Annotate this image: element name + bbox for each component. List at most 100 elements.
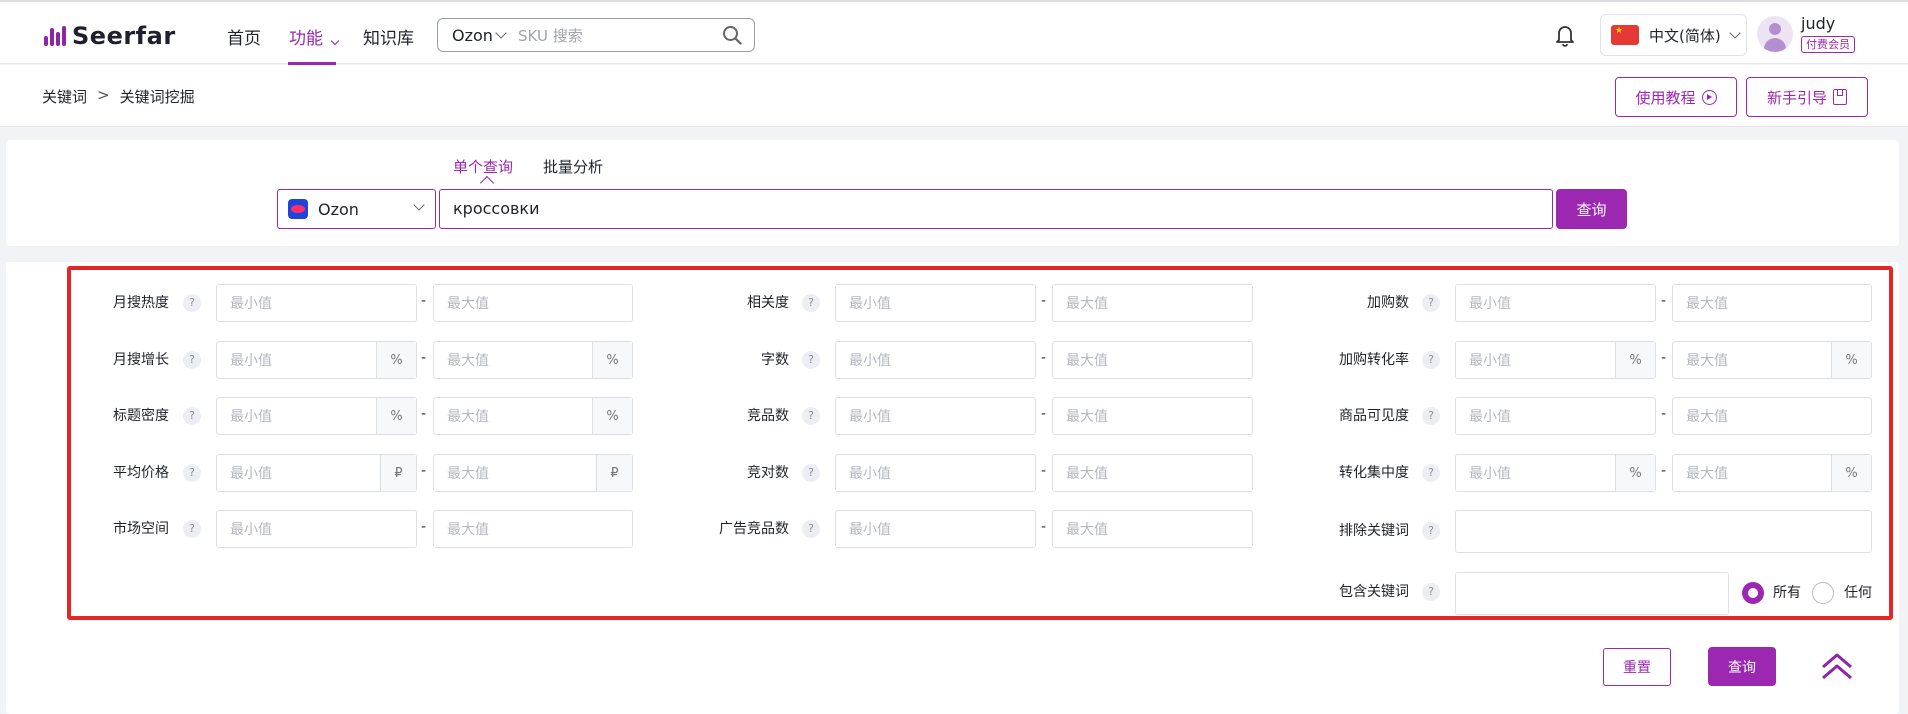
breadcrumb-bar: 关键词 > 关键词挖掘 使用教程 新手引导 xyxy=(0,65,1908,127)
min-placeholder: 最小值 xyxy=(849,522,891,538)
search-icon[interactable] xyxy=(722,25,742,45)
avatar[interactable] xyxy=(1757,16,1793,52)
max-placeholder: 最大值 xyxy=(1066,409,1108,425)
ad-competitor-count-min-input[interactable]: 最小值 xyxy=(835,510,1036,548)
chevron-down-icon xyxy=(1729,27,1741,39)
tutorial-label: 使用教程 xyxy=(1635,88,1696,107)
monthly-growth-max-input[interactable]: 最大值% xyxy=(433,341,633,379)
help-icon[interactable]: ? xyxy=(802,520,820,538)
help-icon[interactable]: ? xyxy=(1422,351,1440,369)
competitor-count-max-input[interactable]: 最大值 xyxy=(1052,397,1253,435)
help-icon[interactable]: ? xyxy=(183,407,201,425)
conversion-concentration-min-input[interactable]: 最小值% xyxy=(1455,454,1656,492)
sku-search-input[interactable]: SKU 搜索 xyxy=(518,25,754,46)
help-icon[interactable]: ? xyxy=(183,520,201,538)
query-button[interactable]: 查询 xyxy=(1556,189,1627,229)
max-placeholder: 最大值 xyxy=(1066,296,1108,312)
rival-count-max-input[interactable]: 最大值 xyxy=(1052,454,1253,492)
reset-button[interactable]: 重置 xyxy=(1603,648,1671,686)
tutorial-button[interactable]: 使用教程 xyxy=(1615,77,1737,117)
help-icon[interactable]: ? xyxy=(1422,294,1440,312)
cart-conversion-min-input[interactable]: 最小值% xyxy=(1455,341,1656,379)
help-icon[interactable]: ? xyxy=(183,351,201,369)
percent-unit: % xyxy=(1615,342,1655,378)
bell-icon[interactable] xyxy=(1553,22,1577,48)
min-placeholder: 最小值 xyxy=(230,409,272,425)
filter-query-button[interactable]: 查询 xyxy=(1708,647,1776,686)
breadcrumb-root[interactable]: 关键词 xyxy=(42,86,87,107)
help-icon[interactable]: ? xyxy=(802,294,820,312)
add-to-cart-min-input[interactable]: 最小值 xyxy=(1455,284,1656,322)
membership-badge: 付费会员 xyxy=(1801,36,1855,53)
visibility-min-input[interactable]: 最小值 xyxy=(1455,397,1656,435)
guide-button[interactable]: 新手引导 xyxy=(1746,77,1868,117)
include-keywords-input[interactable] xyxy=(1455,572,1729,615)
nav-features[interactable]: 功能 xyxy=(289,24,340,49)
seerfar-logo[interactable]: Seerfar xyxy=(44,22,176,50)
search-platform-label: Ozon xyxy=(452,25,493,45)
help-icon[interactable]: ? xyxy=(802,351,820,369)
help-icon[interactable]: ? xyxy=(183,294,201,312)
title-density-max-input[interactable]: 最大值% xyxy=(433,397,633,435)
min-placeholder: 最小值 xyxy=(230,296,272,312)
competitor-count-min-input[interactable]: 最小值 xyxy=(835,397,1036,435)
relevance-max-input[interactable]: 最大值 xyxy=(1052,284,1253,322)
range-dash: - xyxy=(1041,406,1047,422)
nav-home[interactable]: 首页 xyxy=(227,24,261,49)
avg-price-min-input[interactable]: 最小值 ₽ xyxy=(216,454,417,492)
visibility-max-input[interactable]: 最大值 xyxy=(1672,397,1872,435)
market-space-min-input[interactable]: 最小值 xyxy=(216,510,417,548)
sku-search-box: Ozon SKU 搜索 xyxy=(437,18,755,52)
avg-price-max-input[interactable]: 最大值 ₽ xyxy=(433,454,633,492)
cart-conversion-max-input[interactable]: 最大值% xyxy=(1672,341,1872,379)
help-icon[interactable]: ? xyxy=(802,464,820,482)
play-circle-icon xyxy=(1701,89,1717,105)
search-platform-select[interactable]: Ozon xyxy=(438,26,518,45)
range-dash: - xyxy=(1661,463,1667,479)
char-count-min-input[interactable]: 最小值 xyxy=(835,341,1036,379)
range-dash: - xyxy=(1661,406,1667,422)
platform-select[interactable]: Ozon xyxy=(277,189,436,229)
help-icon[interactable]: ? xyxy=(1422,522,1440,540)
filter-label-rival-count: 竞对数 xyxy=(747,465,789,481)
nav-knowledge[interactable]: 知识库 xyxy=(363,24,414,49)
conversion-concentration-max-input[interactable]: 最大值% xyxy=(1672,454,1872,492)
user-name[interactable]: judy xyxy=(1801,14,1835,33)
chevron-down-icon xyxy=(331,36,340,46)
market-space-max-input[interactable]: 最大值 xyxy=(433,510,633,548)
ad-competitor-count-max-input[interactable]: 最大值 xyxy=(1052,510,1253,548)
breadcrumb: 关键词 > 关键词挖掘 xyxy=(42,86,195,107)
filter-label-visibility: 商品可见度 xyxy=(1339,408,1409,424)
help-icon[interactable]: ? xyxy=(1422,407,1440,425)
match-all-label[interactable]: 所有 xyxy=(1773,582,1801,602)
help-icon[interactable]: ? xyxy=(802,407,820,425)
max-placeholder: 最大值 xyxy=(1686,409,1728,425)
rival-count-min-input[interactable]: 最小值 xyxy=(835,454,1036,492)
filter-label-monthly-search: 月搜热度 xyxy=(113,295,169,311)
help-icon[interactable]: ? xyxy=(183,464,201,482)
monthly-growth-min-input[interactable]: 最小值% xyxy=(216,341,417,379)
language-select[interactable]: 中文(简体) xyxy=(1600,14,1747,56)
help-icon[interactable]: ? xyxy=(1422,464,1440,482)
keyword-input[interactable]: кроссовки xyxy=(439,189,1553,229)
monthly-search-min-input[interactable]: 最小值 xyxy=(216,284,417,322)
title-density-min-input[interactable]: 最小值% xyxy=(216,397,417,435)
min-placeholder: 最小值 xyxy=(1469,353,1511,369)
help-icon[interactable]: ? xyxy=(1422,583,1440,601)
range-dash: - xyxy=(1661,293,1667,309)
add-to-cart-max-input[interactable]: 最大值 xyxy=(1672,284,1872,322)
tab-single-query[interactable]: 单个查询 xyxy=(453,156,513,177)
char-count-max-input[interactable]: 最大值 xyxy=(1052,341,1253,379)
filter-label-title-density: 标题密度 xyxy=(113,408,169,424)
match-any-radio[interactable] xyxy=(1812,582,1834,604)
monthly-search-max-input[interactable]: 最大值 xyxy=(433,284,633,322)
exclude-keywords-input[interactable] xyxy=(1455,510,1872,553)
tab-batch-analysis[interactable]: 批量分析 xyxy=(543,156,603,177)
filter-label-competitor-count: 竞品数 xyxy=(747,408,789,424)
match-any-label[interactable]: 任何 xyxy=(1844,582,1872,602)
max-placeholder: 最大值 xyxy=(1066,466,1108,482)
back-to-top-icon[interactable] xyxy=(1820,651,1854,681)
min-placeholder: 最小值 xyxy=(849,409,891,425)
match-all-radio[interactable] xyxy=(1742,582,1764,604)
relevance-min-input[interactable]: 最小值 xyxy=(835,284,1036,322)
